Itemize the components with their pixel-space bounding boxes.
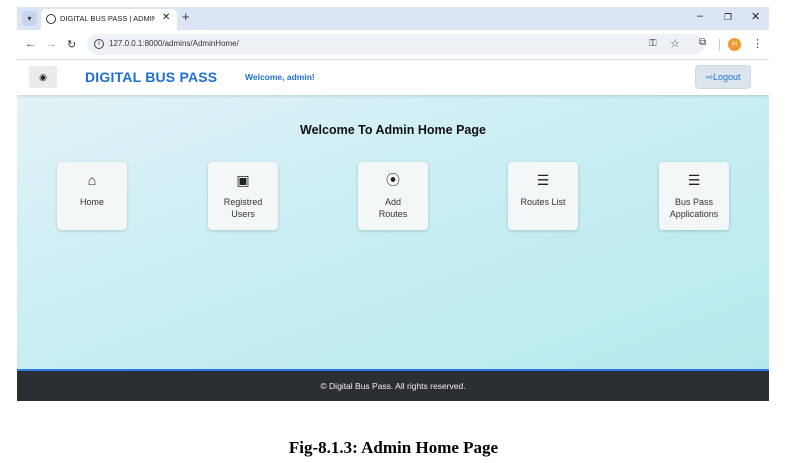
new-tab-button[interactable]: + bbox=[182, 9, 190, 24]
tab-close-icon[interactable]: ✕ bbox=[162, 12, 170, 23]
card-home[interactable]: ⌂ Home bbox=[57, 162, 127, 230]
figure-caption: Fig-8.1.3: Admin Home Page bbox=[288, 438, 499, 457]
list-icon: ☰ bbox=[536, 172, 550, 188]
list-icon: ☰ bbox=[687, 172, 701, 188]
address-bar-row: ← → ↻ i 127.0.0.1:8000/admins/AdminHome/… bbox=[17, 30, 769, 60]
card-label: Home bbox=[79, 197, 104, 207]
profile-avatar[interactable]: H bbox=[728, 38, 741, 51]
restore-button[interactable]: ❐ bbox=[724, 12, 732, 23]
tab-title: DIGITAL BUS PASS | ADMIN HO bbox=[60, 14, 155, 23]
logout-button[interactable]: ⇨Logout bbox=[695, 65, 751, 89]
card-label: Registred Users bbox=[223, 197, 263, 219]
key-icon[interactable]: ⚿ bbox=[649, 38, 657, 49]
logout-label: Logout bbox=[713, 72, 741, 82]
card-bus-pass-applications[interactable]: ☰ Bus Pass Applications bbox=[659, 162, 729, 230]
home-icon: ⌂ bbox=[87, 172, 97, 188]
brand-title[interactable]: DIGITAL BUS PASS bbox=[85, 69, 217, 85]
browser-window: ▾ DIGITAL BUS PASS | ADMIN HO ✕ + – ❐ ✕ … bbox=[17, 7, 769, 401]
route-icon: ⦿ bbox=[386, 172, 400, 188]
url-text: 127.0.0.1:8000/admins/AdminHome/ bbox=[109, 39, 239, 48]
site-header: ◉ DIGITAL BUS PASS Welcome, admin! ⇨Logo… bbox=[17, 61, 769, 95]
admin-home-main: Welcome To Admin Home Page ⌂ Home ▣ Regi… bbox=[17, 95, 769, 369]
tab-strip: ▾ DIGITAL BUS PASS | ADMIN HO ✕ + – ❐ ✕ bbox=[17, 7, 769, 30]
welcome-message: Welcome, admin! bbox=[245, 72, 315, 82]
extensions-icon[interactable]: ⧉ bbox=[699, 37, 706, 48]
page-title: Welcome To Admin Home Page bbox=[300, 123, 486, 137]
minimize-button[interactable]: – bbox=[697, 10, 703, 22]
tab-search-dropdown-icon[interactable]: ▾ bbox=[22, 11, 37, 26]
forward-arrow-icon[interactable]: → bbox=[46, 38, 57, 50]
url-input[interactable]: i 127.0.0.1:8000/admins/AdminHome/ ⚿ ☆ bbox=[87, 34, 705, 55]
footer-copyright: © Digital Bus Pass. All rights reserved. bbox=[320, 381, 466, 391]
browser-tab[interactable]: DIGITAL BUS PASS | ADMIN HO ✕ bbox=[41, 9, 177, 30]
browser-menu-icon[interactable]: ⋮ bbox=[752, 37, 763, 50]
id-card-icon: ▣ bbox=[236, 172, 250, 188]
close-window-button[interactable]: ✕ bbox=[751, 10, 760, 23]
sign-out-icon: ⇨ bbox=[705, 72, 713, 82]
bookmark-star-icon[interactable]: ☆ bbox=[670, 37, 680, 50]
globe-icon bbox=[46, 14, 56, 24]
site-info-icon[interactable]: i bbox=[94, 39, 104, 49]
card-label: Add Routes bbox=[378, 197, 408, 219]
bus-logo-icon[interactable]: ◉ bbox=[29, 66, 57, 88]
card-routes-list[interactable]: ☰ Routes List bbox=[508, 162, 578, 230]
toolbar-divider bbox=[719, 39, 720, 51]
card-add-routes[interactable]: ⦿ Add Routes bbox=[358, 162, 428, 230]
card-registred-users[interactable]: ▣ Registred Users bbox=[208, 162, 278, 230]
card-label: Routes List bbox=[520, 197, 566, 207]
site-footer: © Digital Bus Pass. All rights reserved. bbox=[17, 369, 769, 401]
reload-icon[interactable]: ↻ bbox=[67, 38, 76, 51]
card-label: Bus Pass Applications bbox=[669, 197, 719, 219]
back-arrow-icon[interactable]: ← bbox=[25, 38, 36, 50]
